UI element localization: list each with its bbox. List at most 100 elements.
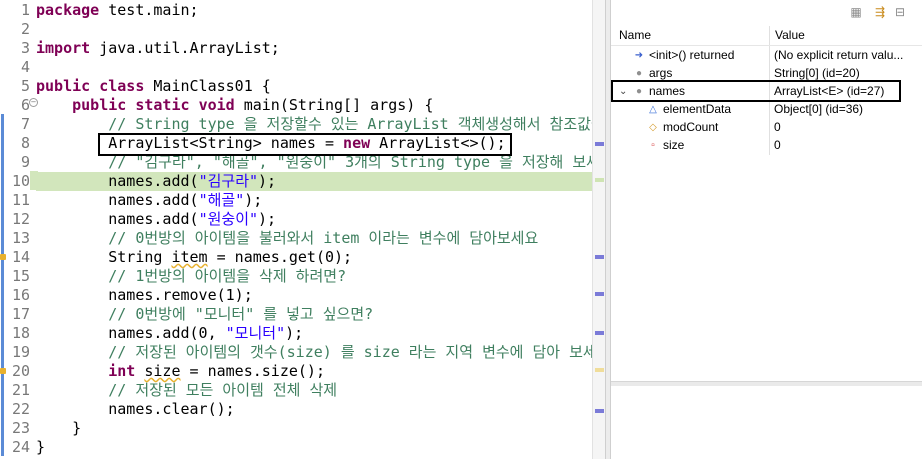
code-line[interactable]: // String type 을 저장할수 있는 ArrayList 객체생성해…	[36, 115, 592, 134]
overview-occurrence-mark[interactable]	[595, 409, 604, 413]
show-type-names-icon[interactable]: ▦	[849, 5, 863, 19]
line-number[interactable]: 8	[7, 134, 30, 153]
code-line[interactable]: // 1번방의 아이템을 삭제 하려면?	[36, 267, 592, 286]
line-number[interactable]: 14	[7, 248, 30, 267]
overview-occurrence-mark[interactable]	[595, 292, 604, 296]
code-token: names.remove(1);	[36, 286, 253, 304]
current-code-line[interactable]: names.add("김구라");	[36, 172, 592, 191]
annotation-box-arraylist-declaration	[98, 133, 512, 156]
detail-pane-splitter[interactable]	[611, 381, 922, 386]
code-token: names.add(	[36, 210, 199, 228]
variable-row[interactable]: ➜ <init>() returned (No explicit return va…	[611, 46, 922, 65]
variable-row[interactable]: △ elementData Object[0] (id=36)	[611, 100, 922, 119]
overview-occurrence-mark[interactable]	[595, 331, 604, 335]
line-number[interactable]: 15	[7, 267, 30, 286]
line-number[interactable]: 17	[7, 305, 30, 324]
comment-token: // 0번방에 "모니터" 를 넣고 싶으면?	[36, 305, 374, 323]
code-token: }	[36, 438, 46, 456]
line-number-gutter[interactable]: 1 2 3 4 5 6 7 8 9 10 11 12 13 14 15 16 17 18 19 20 21 22 23 24	[7, 0, 30, 459]
code-line[interactable]: names.add("원숭이");	[36, 210, 592, 229]
line-number[interactable]: 12	[7, 210, 30, 229]
line-number[interactable]: 18	[7, 324, 30, 343]
column-separator	[769, 118, 770, 137]
code-line[interactable]: }	[36, 438, 592, 457]
code-token: String	[36, 248, 172, 266]
line-number[interactable]: 23	[7, 419, 30, 438]
variable-value: 0	[774, 120, 781, 134]
code-line[interactable]: public static void main(String[] args) {	[36, 96, 592, 115]
code-line[interactable]: // 저장된 아이템의 갯수(size) 를 size 라는 지역 변수에 담아…	[36, 343, 592, 362]
code-line[interactable]: names.remove(1);	[36, 286, 592, 305]
code-editor[interactable]: 1 2 3 4 5 6 7 8 9 10 11 12 13 14 15 16 17 18 19 20 21 22 23 24 …	[0, 0, 592, 459]
code-line[interactable]: names.add("해골");	[36, 191, 592, 210]
line-number[interactable]: 7	[7, 115, 30, 134]
warning-marker-icon[interactable]	[0, 368, 6, 374]
code-token: = names.get(0);	[207, 248, 353, 266]
line-number[interactable]: 4	[7, 58, 30, 77]
column-value-header[interactable]: Value	[775, 26, 805, 45]
line-number[interactable]: 5	[7, 77, 30, 96]
line-number[interactable]: 24	[7, 438, 30, 457]
code-line[interactable]: import java.util.ArrayList;	[36, 39, 592, 58]
warning-marker-icon[interactable]	[0, 254, 6, 260]
code-token: names.add(	[36, 172, 199, 190]
collapse-all-icon[interactable]: ⊟	[893, 5, 907, 19]
column-separator	[769, 136, 770, 155]
code-token: );	[258, 210, 277, 228]
code-line[interactable]	[36, 58, 592, 77]
overview-warning-mark[interactable]	[595, 368, 604, 372]
overview-ruler[interactable]	[592, 0, 606, 459]
variable-row[interactable]: ▫ size 0	[611, 136, 922, 155]
variable-name: <init>() returned	[649, 48, 735, 62]
code-line[interactable]	[36, 20, 592, 39]
line-number[interactable]: 20	[7, 362, 30, 381]
keyword-token: void	[198, 96, 235, 114]
line-number[interactable]: 6	[7, 96, 30, 115]
overview-occurrence-mark[interactable]	[595, 142, 604, 146]
return-icon: ➜	[634, 50, 644, 61]
code-line[interactable]: package test.main;	[36, 1, 592, 20]
code-token: MainClass01 {	[144, 77, 271, 95]
keyword-token: public	[72, 96, 127, 114]
line-number[interactable]: 16	[7, 286, 30, 305]
code-line[interactable]: }	[36, 419, 592, 438]
code-line[interactable]: // 저장된 모든 아이템 전체 삭제	[36, 381, 592, 400]
code-line[interactable]: public class MainClass01 {	[36, 77, 592, 96]
keyword-token: class	[99, 77, 145, 95]
code-line[interactable]: int size = names.size();	[36, 362, 592, 381]
line-number[interactable]: 2	[7, 20, 30, 39]
line-number[interactable]: 9	[7, 153, 30, 172]
line-number[interactable]: 11	[7, 191, 30, 210]
code-line[interactable]: // 0번방에 "모니터" 를 넣고 싶으면?	[36, 305, 592, 324]
field-protected-icon: ◇	[649, 122, 657, 133]
variables-view: ▦ ⇶ ⊟ Name Value ➜ <init>() returned (No e…	[611, 0, 922, 459]
code-line[interactable]: String item = names.get(0);	[36, 248, 592, 267]
line-number[interactable]: 3	[7, 39, 30, 58]
line-number[interactable]: 13	[7, 229, 30, 248]
show-logical-structure-icon[interactable]: ⇶	[873, 5, 887, 19]
line-number[interactable]: 10	[7, 172, 30, 191]
column-name-header[interactable]: Name	[619, 26, 651, 45]
code-token: );	[285, 324, 304, 342]
line-number[interactable]: 1	[7, 1, 30, 20]
code-token: size	[144, 362, 181, 380]
line-number[interactable]: 19	[7, 343, 30, 362]
comment-token: // String type 을 저장할수 있는 ArrayList 객체생성해…	[36, 115, 592, 133]
variable-value: 0	[774, 138, 781, 152]
code-line[interactable]: names.clear();	[36, 400, 592, 419]
variable-row[interactable]: ◇ modCount 0	[611, 118, 922, 137]
code-line[interactable]: // 0번방의 아이템을 불러와서 item 이라는 변수에 담아보세요	[36, 229, 592, 248]
code-line[interactable]: names.add(0, "모니터");	[36, 324, 592, 343]
line-number[interactable]: 21	[7, 381, 30, 400]
overview-occurrence-mark[interactable]	[595, 255, 604, 259]
code-token: );	[258, 172, 277, 190]
code-token: );	[244, 191, 263, 209]
line-number[interactable]: 22	[7, 400, 30, 419]
string-token: "모니터"	[225, 324, 286, 342]
comment-token: // 저장된 아이템의 갯수(size) 를 size 라는 지역 변수에 담아…	[36, 343, 592, 361]
variables-column-header: Name Value	[611, 26, 922, 46]
column-separator[interactable]	[769, 26, 770, 45]
